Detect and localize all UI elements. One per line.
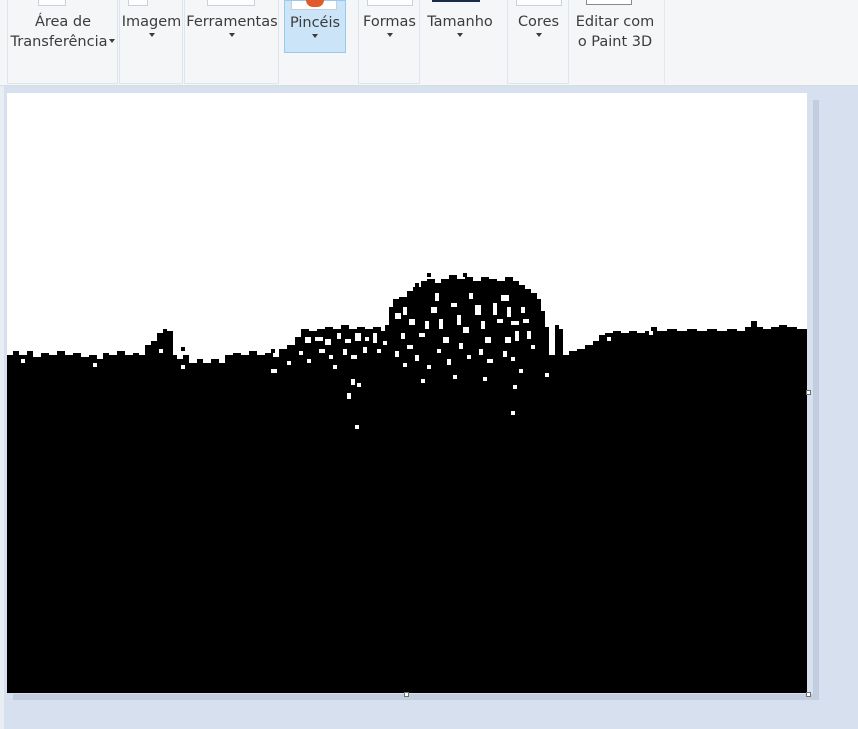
ribbon: Área de Transferência Imagem Ferramentas…: [0, 0, 858, 86]
chevron-down-icon: [148, 33, 155, 37]
size-button[interactable]: Tamanho: [424, 0, 496, 54]
image-button[interactable]: Imagem: [120, 0, 183, 54]
resize-handle-bottom[interactable]: [404, 692, 409, 697]
clipboard-button[interactable]: Área de Transferência: [8, 0, 118, 60]
clipboard-group: Área de Transferência: [7, 0, 118, 84]
tools-button[interactable]: Ferramentas: [185, 0, 279, 54]
colors-group: Cores: [507, 0, 569, 84]
brushes-button[interactable]: Pincéis: [284, 0, 346, 53]
image-label: Imagem: [121, 14, 182, 30]
canvas-shadow: [13, 694, 819, 700]
colors-label: Cores: [517, 14, 560, 30]
edit-with-paint3d-button[interactable]: Editar com o Paint 3D: [572, 0, 658, 60]
resize-handle-corner[interactable]: [806, 692, 811, 697]
size-label: Tamanho: [427, 14, 493, 30]
chevron-down-icon: [386, 33, 393, 37]
ribbon-separator: [664, 0, 665, 84]
canvas-shadow: [813, 100, 819, 700]
workspace-left-edge: [0, 86, 4, 729]
clipboard-label-line2: Transferência: [10, 34, 108, 50]
line-width-icon: [432, 0, 480, 2]
chevron-down-icon: [109, 39, 116, 43]
paint3d-icon: [586, 0, 632, 5]
chevron-down-icon: [312, 34, 318, 38]
brush-icon: [291, 0, 337, 10]
chevron-down-icon: [457, 33, 463, 37]
paint3d-label-line2: o Paint 3D: [577, 34, 653, 50]
shapes-button[interactable]: Formas: [359, 0, 420, 54]
tools-group: Ferramentas: [184, 0, 279, 84]
chevron-down-icon: [229, 33, 235, 37]
clipboard-label-line1: Área de: [34, 14, 92, 30]
shapes-group: Formas: [358, 0, 420, 84]
shapes-label: Formas: [363, 14, 416, 30]
colors-button[interactable]: Cores: [508, 0, 569, 54]
canvas-image: [7, 93, 807, 693]
drawing-canvas[interactable]: [7, 93, 807, 693]
image-group: Imagem: [119, 0, 183, 84]
chevron-down-icon: [535, 33, 542, 37]
tools-label: Ferramentas: [186, 14, 278, 30]
resize-handle-right[interactable]: [806, 390, 811, 395]
